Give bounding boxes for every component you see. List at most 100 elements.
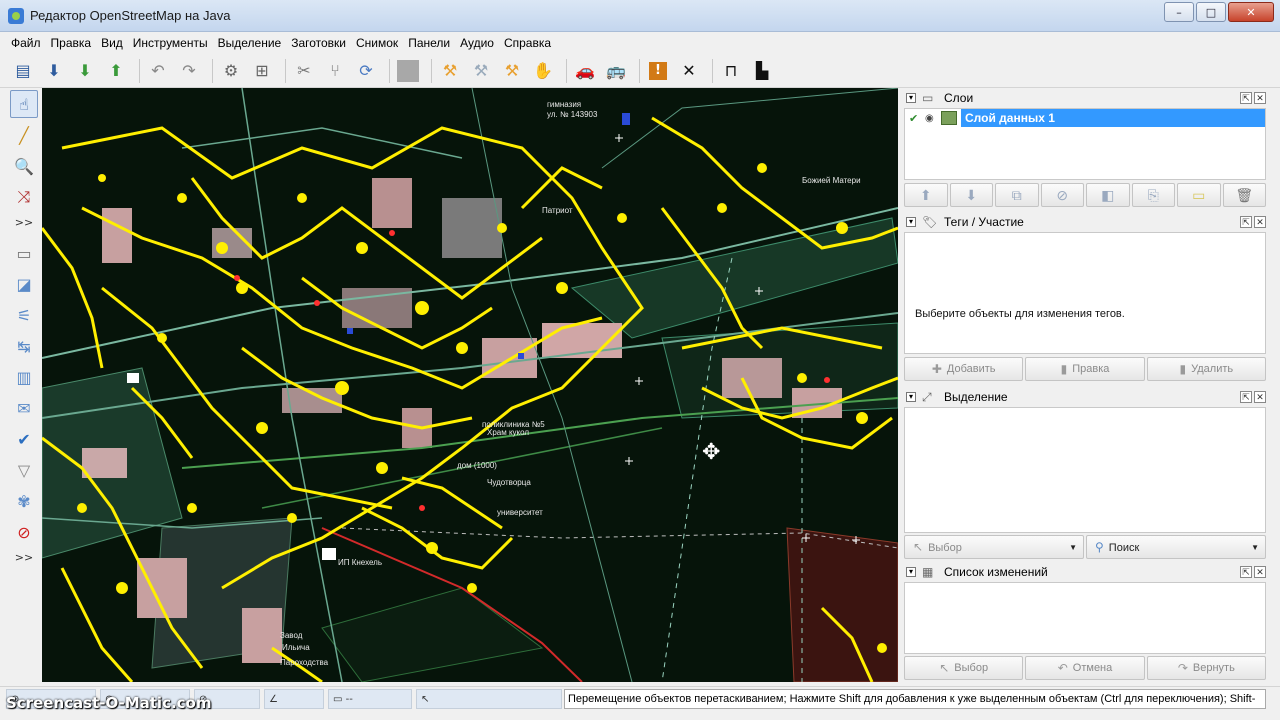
map-label-clinic: поликлиника №5 (482, 420, 545, 429)
selection-panel-header[interactable]: ▾ ⤢ Выделение ⇱ ✕ (902, 387, 1268, 407)
select-dropdown[interactable]: ↖ Выбор ▼ (904, 535, 1084, 559)
collapse-icon[interactable]: ▾ (906, 392, 916, 402)
map-canvas[interactable] (42, 88, 898, 682)
split-way-icon[interactable]: ✂ (291, 58, 317, 84)
notes-icon[interactable]: ⊘ (10, 518, 38, 546)
bridge-icon[interactable]: ⊓ (718, 58, 744, 84)
panel-controls: ⇱ ✕ (1240, 391, 1266, 403)
delete-tag-label: Удалить (1191, 363, 1234, 375)
visibility-icon[interactable]: ⊘ (1040, 183, 1084, 207)
elevation-icon[interactable]: ▙ (749, 58, 775, 84)
map-label-ip-knehel: ИП Кнехель (338, 558, 383, 567)
more-tools-toggle[interactable]: >> (15, 216, 33, 229)
toolbar-separator (712, 58, 713, 83)
collapse-icon[interactable]: ▾ (906, 567, 916, 577)
layer-visible-icon[interactable]: ◉ (925, 113, 937, 124)
menu-edit[interactable]: Правка (46, 36, 97, 50)
disabled-icon[interactable] (395, 58, 421, 84)
save-icon[interactable]: ⬆ (103, 58, 129, 84)
edit-tag-button[interactable]: ▮ Правка (1025, 357, 1145, 381)
bus-icon[interactable]: 🚌 (603, 58, 629, 84)
detach-icon[interactable]: ⇱ (1240, 566, 1252, 578)
warning-icon[interactable]: ! (645, 58, 671, 84)
move-up-icon[interactable]: ⬆ (904, 183, 948, 207)
messages-icon[interactable]: ✉ (10, 394, 38, 422)
detach-icon[interactable]: ⇱ (1240, 92, 1252, 104)
relation-icon[interactable]: ▥ (10, 363, 38, 391)
menu-tools[interactable]: Инструменты (128, 36, 213, 50)
toolbar-separator (389, 58, 390, 83)
move-down-icon[interactable]: ⬇ (949, 183, 993, 207)
collapse-icon[interactable]: ▾ (906, 93, 916, 103)
zoom-to-icon[interactable]: ⊞ (249, 58, 275, 84)
menu-audio[interactable]: Аудио (455, 36, 499, 50)
trash-icon[interactable]: 🗑 (1222, 183, 1266, 207)
map-view[interactable]: гимназия ул. № 143903 Патриот Храм кукол… (42, 88, 898, 682)
close-panel-icon[interactable]: ✕ (1254, 216, 1266, 228)
changes-panel-header[interactable]: ▾ ▦ Список изменений ⇱ ✕ (902, 562, 1268, 582)
open-icon[interactable]: ▤ (10, 58, 36, 84)
trash-icon: ▮ (1179, 362, 1187, 376)
merge-icon[interactable]: ⧉ (995, 183, 1039, 207)
tags-panel-header[interactable]: ▾ 🏷 Теги / Участие ⇱ ✕ (902, 212, 1268, 232)
car-icon[interactable]: 🚗 (572, 58, 598, 84)
layer-row[interactable]: ✔ ◉ Слой данных 1 (905, 109, 1265, 127)
menu-file[interactable]: Файл (6, 36, 46, 50)
close-panel-icon[interactable]: ✕ (1254, 566, 1266, 578)
select-changes-label: Выбор (954, 662, 989, 674)
split-icon[interactable]: ⚒ (499, 58, 525, 84)
delete-icon[interactable]: ✕ (676, 58, 702, 84)
collapse-icon[interactable]: ▾ (906, 217, 916, 227)
undo-icon[interactable]: ↶ (145, 58, 171, 84)
filter-icon[interactable]: ▽ (10, 456, 38, 484)
combine-way-icon[interactable]: ⑂ (322, 58, 348, 84)
download-icon[interactable]: ⬇ (41, 58, 67, 84)
detach-icon[interactable]: ⇱ (1240, 391, 1252, 403)
redo-changes-button[interactable]: ↷ Вернуть (1146, 656, 1266, 680)
menu-help[interactable]: Справка (499, 36, 556, 50)
menu-windows[interactable]: Панели (403, 36, 455, 50)
reload-icon[interactable]: ⟳ (353, 58, 379, 84)
redo-icon[interactable]: ↷ (176, 58, 202, 84)
select-dropdown-label: Выбор (928, 542, 962, 554)
conflict-icon[interactable]: ✾ (10, 487, 38, 515)
layers-panel-header[interactable]: ▾ ▭ Слои ⇱ ✕ (902, 88, 1268, 108)
menu-presets[interactable]: Заготовки (286, 36, 351, 50)
history-icon[interactable]: ↹ (10, 332, 38, 360)
more-panels-toggle[interactable]: >> (15, 551, 33, 564)
move-icon[interactable]: ✋ (530, 58, 556, 84)
selection-list-icon[interactable]: ⚟ (10, 301, 38, 329)
delete-tag-button[interactable]: ▮ Удалить (1146, 357, 1266, 381)
align-icon[interactable]: ⚒ (437, 58, 463, 84)
layers-buttons: ⬆ ⬇ ⧉ ⊘ ◧ ⎘ ▭ 🗑 (904, 183, 1266, 207)
close-panel-icon[interactable]: ✕ (1254, 391, 1266, 403)
detach-icon[interactable]: ⇱ (1240, 216, 1252, 228)
close-panel-icon[interactable]: ✕ (1254, 92, 1266, 104)
menu-imagery[interactable]: Снимок (351, 36, 403, 50)
upload-icon[interactable]: ⬇ (72, 58, 98, 84)
undo-changes-button[interactable]: ↶ Отмена (1025, 656, 1145, 680)
search-dropdown[interactable]: ⚲ Поиск ▼ (1086, 535, 1266, 559)
close-button[interactable]: ✕ (1228, 2, 1274, 22)
preferences-icon[interactable]: ⚙ (218, 58, 244, 84)
layers-icon: ▭ (922, 91, 934, 105)
draw-tool-icon[interactable]: ╱ (10, 121, 38, 149)
zoom-tool-icon[interactable]: 🔍 (10, 152, 38, 180)
select-tool-icon[interactable]: ☝ (10, 90, 38, 118)
menu-view[interactable]: Вид (96, 36, 128, 50)
layer-list-icon[interactable]: ▭ (10, 239, 38, 267)
menu-selection[interactable]: Выделение (213, 36, 287, 50)
select-changes-button[interactable]: ↖ Выбор (904, 656, 1024, 680)
delete-tool-icon[interactable]: ⤨ (10, 183, 38, 211)
tags-icon[interactable]: ◪ (10, 270, 38, 298)
layer-active-icon[interactable]: ✔ (909, 112, 921, 125)
maximize-button[interactable]: □ (1196, 2, 1226, 22)
validator-icon[interactable]: ✔ (10, 425, 38, 453)
duplicate-icon[interactable]: ⎘ (1131, 183, 1175, 207)
add-tag-button[interactable]: ✚ Добавить (904, 357, 1024, 381)
info-icon[interactable]: ▭ (1177, 183, 1221, 207)
unglue-icon[interactable]: ⚒ (468, 58, 494, 84)
opacity-icon[interactable]: ◧ (1086, 183, 1130, 207)
layer-name[interactable]: Слой данных 1 (961, 109, 1265, 127)
minimize-button[interactable]: – (1164, 2, 1194, 22)
